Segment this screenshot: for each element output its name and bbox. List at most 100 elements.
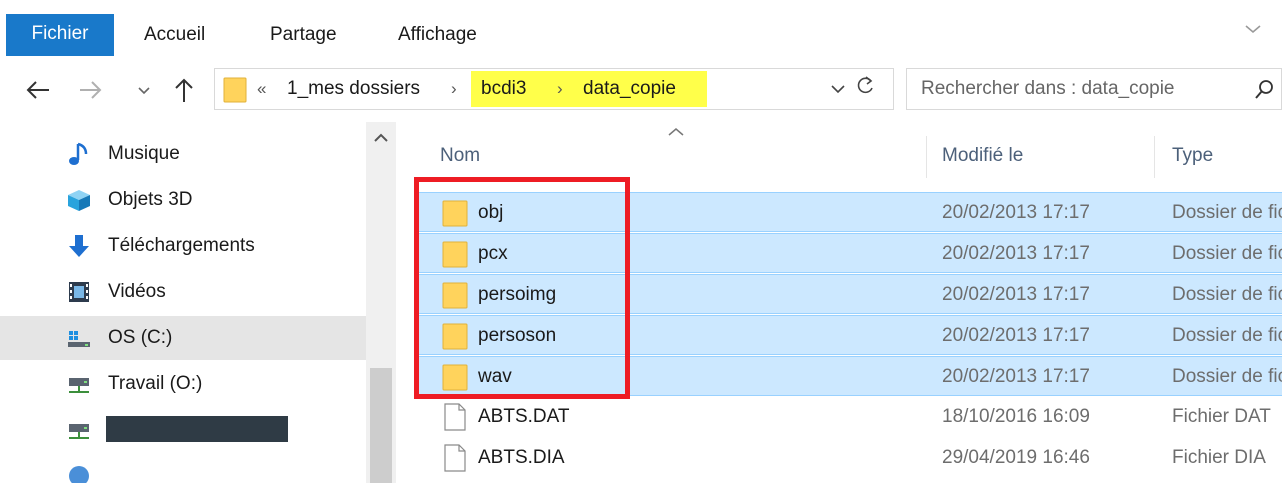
- file-modified: 20/02/2013 17:17: [942, 325, 1090, 346]
- file-row-obj[interactable]: obj 20/02/2013 17:17 Dossier de fichiers: [416, 192, 1282, 232]
- file-name: persoimg: [478, 284, 557, 305]
- nav-item-network[interactable]: [0, 454, 366, 483]
- file-type: Dossier de fichiers: [1172, 202, 1282, 223]
- file-modified: 29/04/2019 16:46: [942, 447, 1090, 468]
- nav-item-label: Vidéos: [108, 281, 166, 302]
- column-separator[interactable]: [926, 136, 927, 178]
- file-row-persoson[interactable]: persoson 20/02/2013 17:17 Dossier de fic…: [416, 315, 1282, 355]
- chevron-right-icon[interactable]: ›: [557, 69, 563, 109]
- file-list: Nom Modifié le Type obj 20/02/2013 17:17…: [396, 122, 1282, 483]
- document-icon: [444, 403, 466, 431]
- recent-locations-button[interactable]: [134, 68, 154, 112]
- breadcrumb-bcdi3[interactable]: bcdi3: [481, 69, 526, 109]
- file-modified: 20/02/2013 17:17: [942, 243, 1090, 264]
- cube-3d-icon: [68, 190, 90, 211]
- film-icon: [69, 282, 89, 302]
- arrow-right-icon: [80, 81, 102, 99]
- nav-item-label: Téléchargements: [108, 235, 255, 256]
- search-input[interactable]: [907, 69, 1247, 109]
- arrow-up-icon: [175, 78, 193, 102]
- nav-item-telechargements[interactable]: Téléchargements: [0, 224, 366, 268]
- file-type: Fichier DAT: [1172, 406, 1271, 427]
- column-header-nom[interactable]: Nom: [440, 136, 480, 176]
- file-modified: 20/02/2013 17:17: [942, 284, 1090, 305]
- file-modified: 18/10/2016 16:09: [942, 406, 1090, 427]
- document-icon: [444, 444, 466, 472]
- folder-icon: [442, 282, 468, 309]
- sort-ascending-icon: [668, 124, 684, 140]
- file-name: persoson: [478, 325, 557, 346]
- nav-item-objets-3d[interactable]: Objets 3D: [0, 178, 366, 222]
- refresh-button[interactable]: [857, 69, 875, 109]
- windows-drive-icon: [68, 331, 90, 347]
- scroll-up-button[interactable]: [366, 130, 396, 146]
- nav-item-label: OS (C:): [108, 327, 173, 348]
- network-drive-icon: [69, 378, 89, 393]
- file-name: ABTS.DIA: [478, 447, 565, 468]
- up-button[interactable]: [164, 68, 204, 112]
- breadcrumb-overflow[interactable]: «: [257, 69, 266, 109]
- file-type: Dossier de fichiers: [1172, 366, 1282, 387]
- download-arrow-icon: [69, 235, 89, 257]
- column-header-modifie[interactable]: Modifié le: [942, 136, 1023, 176]
- chevron-right-icon[interactable]: ›: [451, 69, 457, 109]
- folder-icon: [223, 77, 247, 103]
- address-row: « 1_mes dossiers › bcdi3 › data_copie: [0, 58, 1282, 122]
- column-separator[interactable]: [1154, 136, 1155, 178]
- nav-item-label: Objets 3D: [108, 189, 193, 210]
- forward-button[interactable]: [72, 68, 108, 112]
- folder-icon: [442, 241, 468, 268]
- folder-icon: [442, 323, 468, 350]
- breadcrumb-mes-dossiers[interactable]: 1_mes dossiers: [287, 69, 420, 109]
- network-icon: [69, 466, 89, 483]
- file-name: wav: [478, 366, 512, 387]
- file-name: obj: [478, 202, 504, 223]
- arrow-left-icon: [26, 81, 49, 99]
- file-row-abts-dia[interactable]: ABTS.DIA 29/04/2019 16:46 Fichier DIA: [416, 438, 1282, 478]
- music-note-icon: [69, 142, 88, 165]
- file-row-abts-dat[interactable]: ABTS.DAT 18/10/2016 16:09 Fichier DAT: [416, 397, 1282, 437]
- search-icon[interactable]: [1253, 77, 1277, 101]
- folder-icon: [442, 200, 468, 227]
- tab-affichage[interactable]: Affichage: [398, 14, 477, 56]
- file-name: pcx: [478, 243, 508, 264]
- chevron-down-icon: [138, 87, 150, 95]
- file-row-pcx[interactable]: pcx 20/02/2013 17:17 Dossier de fichiers: [416, 233, 1282, 273]
- tab-partage[interactable]: Partage: [270, 14, 337, 56]
- file-type: Fichier DIA: [1172, 447, 1266, 468]
- file-name: ABTS.DAT: [478, 406, 570, 427]
- nav-item-travail-o[interactable]: Travail (O:): [0, 362, 366, 406]
- address-dropdown-button[interactable]: [831, 69, 845, 109]
- back-button[interactable]: [18, 68, 58, 112]
- nav-item-redacted-drive[interactable]: [0, 408, 366, 452]
- column-header-type[interactable]: Type: [1172, 136, 1213, 176]
- ribbon: Fichier Accueil Partage Affichage: [0, 0, 1282, 58]
- file-modified: 20/02/2013 17:17: [942, 366, 1090, 387]
- navigation-scrollbar[interactable]: [366, 122, 396, 483]
- search-box: [906, 68, 1282, 110]
- address-bar[interactable]: « 1_mes dossiers › bcdi3 › data_copie: [214, 68, 894, 110]
- file-modified: 20/02/2013 17:17: [942, 202, 1090, 223]
- chevron-up-icon: [374, 133, 388, 142]
- file-row-persoimg[interactable]: persoimg 20/02/2013 17:17 Dossier de fic…: [416, 274, 1282, 314]
- tab-fichier[interactable]: Fichier: [6, 14, 114, 56]
- file-type: Dossier de fichiers: [1172, 284, 1282, 305]
- file-type: Dossier de fichiers: [1172, 243, 1282, 264]
- tab-accueil[interactable]: Accueil: [144, 14, 205, 56]
- file-row-wav[interactable]: wav 20/02/2013 17:17 Dossier de fichiers: [416, 356, 1282, 396]
- navigation-pane: Musique Objets 3D Téléchargements Vidéos…: [0, 122, 366, 483]
- folder-icon: [442, 364, 468, 391]
- refresh-icon: [857, 76, 873, 94]
- nav-item-musique[interactable]: Musique: [0, 132, 366, 176]
- chevron-down-icon: [831, 85, 845, 94]
- scrollbar-thumb[interactable]: [370, 368, 392, 483]
- breadcrumb-data-copie[interactable]: data_copie: [583, 69, 676, 109]
- nav-item-videos[interactable]: Vidéos: [0, 270, 366, 314]
- network-drive-icon: [69, 424, 89, 439]
- chevron-down-icon[interactable]: [1244, 22, 1262, 40]
- redacted-label: [106, 416, 288, 442]
- nav-item-label: Musique: [108, 143, 180, 164]
- nav-item-label: Travail (O:): [108, 373, 203, 394]
- nav-item-os-c[interactable]: OS (C:): [0, 316, 366, 360]
- file-type: Dossier de fichiers: [1172, 325, 1282, 346]
